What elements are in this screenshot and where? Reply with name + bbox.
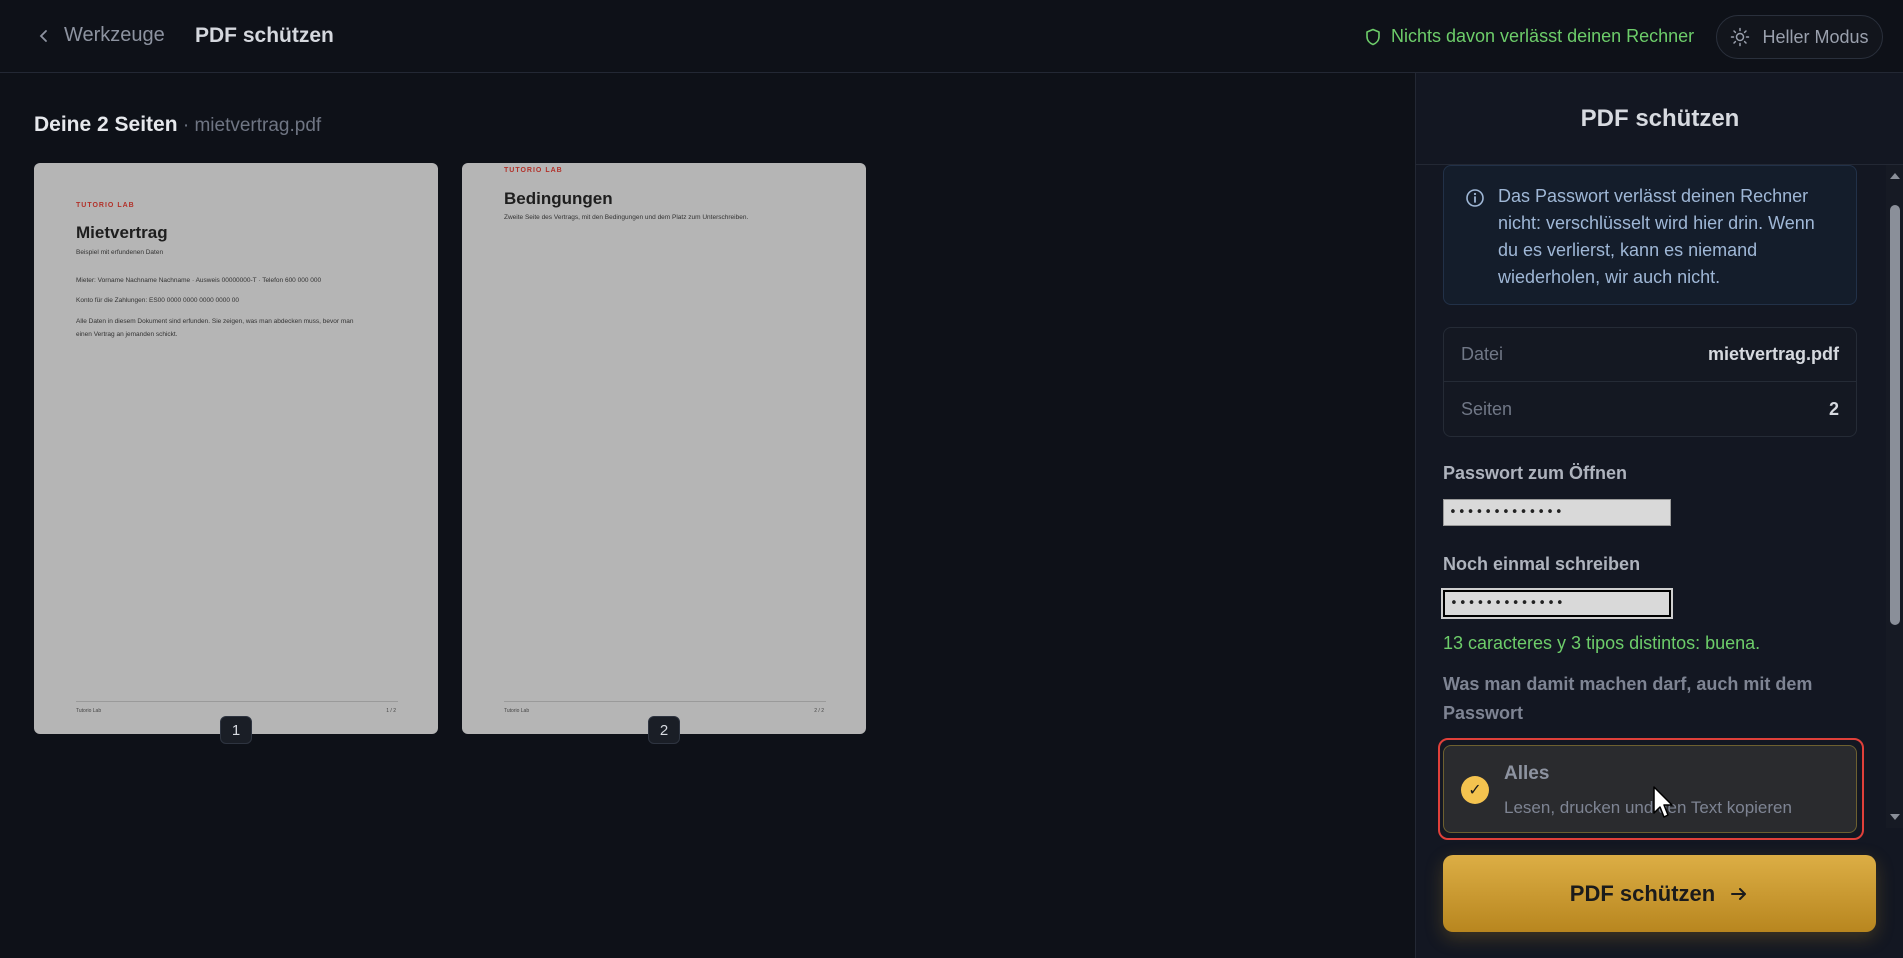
check-icon: ✓ (1461, 776, 1489, 804)
page-doc-subtitle: Zweite Seite des Vertrags, mit den Bedin… (504, 214, 749, 221)
pages-heading: Deine 2 Seiten · mietvertrag.pdf (34, 113, 321, 137)
page-doc-subtitle: Beispiel mit erfundenen Daten (76, 249, 164, 256)
page-footer-right: 1 / 2 (386, 708, 396, 714)
page-brand: TUTORIO LAB (76, 202, 135, 209)
light-mode-button[interactable]: Heller Modus (1716, 15, 1883, 59)
page-thumbnail-1[interactable]: TUTORIO LAB Mietvertrag Beispiel mit erf… (34, 163, 438, 734)
protect-pdf-button[interactable]: PDF schützen (1443, 855, 1876, 932)
panel-scrollbar[interactable] (1886, 165, 1903, 828)
shield-icon (1366, 28, 1380, 45)
pages-count-title: Deine 2 Seiten (34, 113, 178, 136)
back-link[interactable]: Werkzeuge (36, 24, 165, 47)
mouse-cursor-icon (1653, 786, 1673, 818)
page-title: PDF schützen (195, 24, 334, 47)
scroll-down-icon[interactable] (1890, 814, 1900, 820)
permissions-label: Was man damit machen darf, auch mit dem … (1443, 674, 1813, 723)
page-line: einen Vertrag an jemanden schickt. (76, 331, 178, 338)
back-label: Werkzeuge (64, 24, 165, 46)
page-line: Konto für die Zahlungen: ES00 0000 0000 … (76, 297, 239, 304)
confirm-password-input[interactable] (1441, 588, 1673, 619)
option-description: Lesen, drucken und den Text kopieren (1504, 798, 1792, 817)
file-meta: Datei mietvertrag.pdf Seiten 2 (1443, 327, 1857, 437)
page-number-badge: 1 (220, 716, 252, 744)
page-footer-left: Tutorio Lab (76, 708, 102, 714)
top-bar: Werkzeuge PDF schützen Nichts davon verl… (0, 0, 1903, 73)
page-footer-right: 2 / 2 (814, 708, 824, 714)
info-text: Das Passwort verlässt deinen Rechner nic… (1498, 186, 1815, 287)
page-line: Mieter: Vorname Nachname Nachname · Ausw… (76, 277, 322, 284)
privacy-text: Nichts davon verlässt deinen Rechner (1391, 26, 1695, 46)
page-footer-divider (504, 701, 826, 702)
password-input[interactable] (1443, 499, 1671, 526)
page-footer-divider (76, 701, 398, 702)
panel-scroll-area[interactable]: Das Passwort verlässt deinen Rechner nic… (1416, 165, 1886, 905)
chevron-left-icon (39, 29, 47, 42)
info-icon (1466, 189, 1484, 207)
pages-separator: · (177, 115, 195, 136)
pages-filename: mietvertrag.pdf (194, 115, 322, 136)
page-doc-title: Mietvertrag (76, 223, 168, 242)
protect-pdf-label: PDF schützen (1569, 880, 1716, 906)
password-strength: 13 caracteres y 3 tipos distintos: buena… (1443, 633, 1761, 653)
page-doc-title: Bedingungen (504, 189, 613, 208)
option-title: Alles (1504, 763, 1550, 784)
page-footer-left: Tutorio Lab (504, 708, 530, 714)
arrow-right-icon (1731, 887, 1747, 900)
password-label: Passwort zum Öffnen (1443, 463, 1628, 483)
meta-label: Seiten (1461, 398, 1513, 419)
scrollbar-thumb[interactable] (1890, 205, 1900, 625)
permission-option-all[interactable]: ✓ Alles Lesen, drucken und den Text kopi… (1443, 745, 1857, 833)
scroll-up-icon[interactable] (1890, 173, 1900, 179)
page-line: Alle Daten in diesem Dokument sind erfun… (76, 318, 354, 325)
light-mode-label: Heller Modus (1762, 26, 1869, 47)
confirm-password-label: Noch einmal schreiben (1443, 554, 1641, 574)
privacy-note: Nichts davon verlässt deinen Rechner (1365, 26, 1694, 47)
page-thumbnail-2[interactable]: TUTORIO LAB Bedingungen Zweite Seite des… (462, 163, 866, 734)
page-brand: TUTORIO LAB (504, 167, 563, 174)
meta-row-file: Datei mietvertrag.pdf (1444, 328, 1856, 382)
meta-value: mietvertrag.pdf (1707, 344, 1839, 364)
protect-panel: PDF schützen Das Passwort verlässt deine… (1415, 73, 1903, 958)
meta-label: Datei (1461, 344, 1504, 364)
meta-row-pages: Seiten 2 (1444, 382, 1856, 436)
page-number-badge: 2 (648, 716, 680, 744)
meta-value: 2 (1828, 398, 1839, 419)
sun-icon (1731, 27, 1750, 47)
info-notice: Das Passwort verlässt deinen Rechner nic… (1443, 165, 1857, 305)
panel-title: PDF schützen (1416, 73, 1903, 165)
